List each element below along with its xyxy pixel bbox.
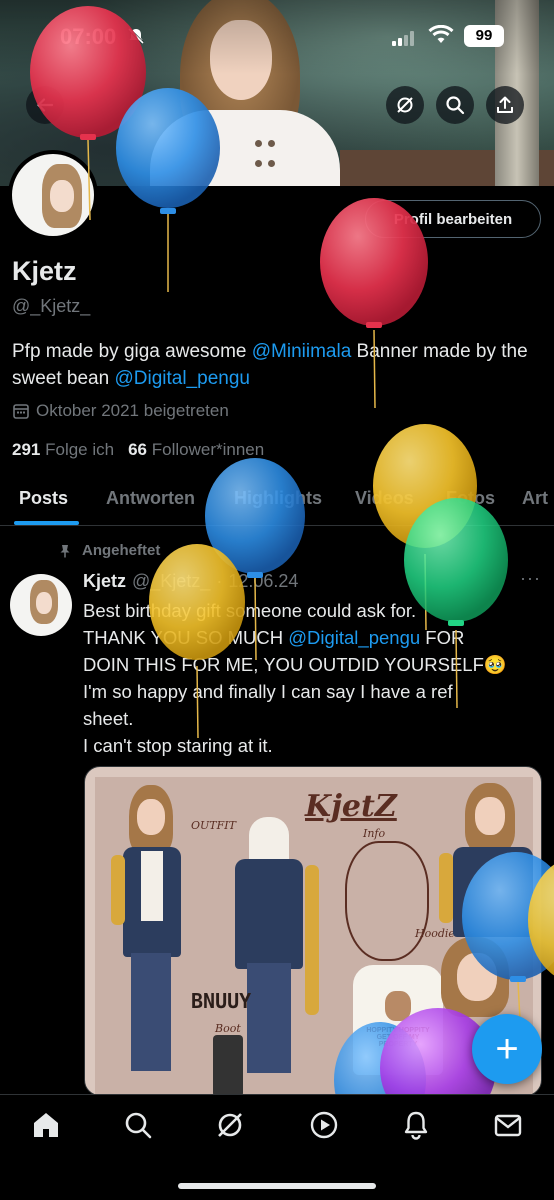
- edit-profile-button[interactable]: Profil bearbeiten: [365, 200, 541, 238]
- bio-mention-link[interactable]: @Digital_pengu: [114, 368, 250, 389]
- arrow-left-icon: [37, 98, 54, 112]
- grok-icon: [397, 97, 413, 113]
- pinned-label: Angeheftet: [58, 542, 160, 559]
- play-icon: [310, 1111, 338, 1139]
- follow-stats: 291 Folge ich 66 Follower*innen: [12, 440, 264, 460]
- followers-link[interactable]: 66 Follower*innen: [128, 440, 264, 460]
- boot-drawing: [213, 1035, 243, 1095]
- grok-button[interactable]: [386, 86, 424, 124]
- more-options-icon[interactable]: ···: [520, 568, 541, 589]
- home-icon: [34, 1113, 58, 1137]
- pin-icon: [60, 544, 70, 557]
- nav-notifications[interactable]: [400, 1109, 432, 1141]
- tab-highlights[interactable]: Highlights: [234, 488, 322, 509]
- display-name: Kjetz: [12, 256, 77, 286]
- share-icon: [497, 96, 513, 113]
- post-mention-link[interactable]: @Digital_pengu: [288, 627, 420, 648]
- compose-button[interactable]: +: [472, 1014, 542, 1084]
- share-button[interactable]: [486, 86, 524, 124]
- nav-messages[interactable]: [492, 1109, 524, 1141]
- battery-indicator: 99: [464, 25, 504, 47]
- tab-replies[interactable]: Antworten: [106, 488, 195, 509]
- search-icon: [125, 1112, 152, 1139]
- nav-video[interactable]: [308, 1109, 340, 1141]
- bell-muted-icon: [127, 27, 145, 45]
- post-author-name[interactable]: Kjetz: [83, 571, 126, 592]
- signal-icon: [392, 30, 414, 46]
- active-tab-indicator: [14, 521, 79, 525]
- bell-icon: [404, 1111, 428, 1140]
- following-link[interactable]: 291 Folge ich: [12, 440, 114, 460]
- post-header: Kjetz @_Kjetz_ · 12.06.24: [83, 571, 299, 592]
- back-button[interactable]: [26, 86, 64, 124]
- tab-photos[interactable]: Fotos: [446, 488, 495, 509]
- avatar-image: [12, 154, 94, 236]
- calendar-icon: [13, 404, 29, 419]
- joined-date: Oktober 2021 beigetreten: [12, 401, 229, 421]
- grok-icon: [218, 1113, 242, 1137]
- profile-bio: Pfp made by giga awesome @Miniimala Bann…: [12, 341, 528, 389]
- tab-art[interactable]: Art: [522, 488, 548, 509]
- profile-avatar[interactable]: [8, 150, 98, 240]
- bio-mention-link[interactable]: @Miniimala: [252, 341, 352, 362]
- post-author-avatar[interactable]: [10, 574, 72, 636]
- post-author-handle[interactable]: @_Kjetz_: [132, 571, 210, 592]
- post-text: Best birthday gift someone could ask for…: [83, 600, 507, 756]
- wifi-icon: [428, 25, 454, 43]
- tab-posts[interactable]: Posts: [19, 488, 68, 509]
- tab-videos[interactable]: Videos: [355, 488, 414, 509]
- search-button[interactable]: [436, 86, 474, 124]
- nav-grok[interactable]: [214, 1109, 246, 1141]
- post-date[interactable]: 12.06.24: [228, 571, 298, 592]
- profile-handle: @_Kjetz_: [12, 296, 91, 316]
- home-indicator[interactable]: [178, 1183, 376, 1189]
- nav-search[interactable]: [122, 1109, 154, 1141]
- status-time: 07:00: [60, 24, 117, 49]
- mail-icon: [494, 1114, 522, 1137]
- hoodie-drawing: HOPPITY HOPPITY GET OFF MY PROPERTY: [353, 965, 443, 1075]
- bunny-sketch: [345, 841, 429, 961]
- profile-tabs: Posts Antworten Highlights Videos Fotos …: [0, 478, 554, 526]
- nav-home[interactable]: [30, 1109, 62, 1141]
- ref-sheet-title: KjetZ: [305, 789, 397, 824]
- plus-icon: +: [495, 1027, 519, 1071]
- search-icon: [446, 96, 465, 115]
